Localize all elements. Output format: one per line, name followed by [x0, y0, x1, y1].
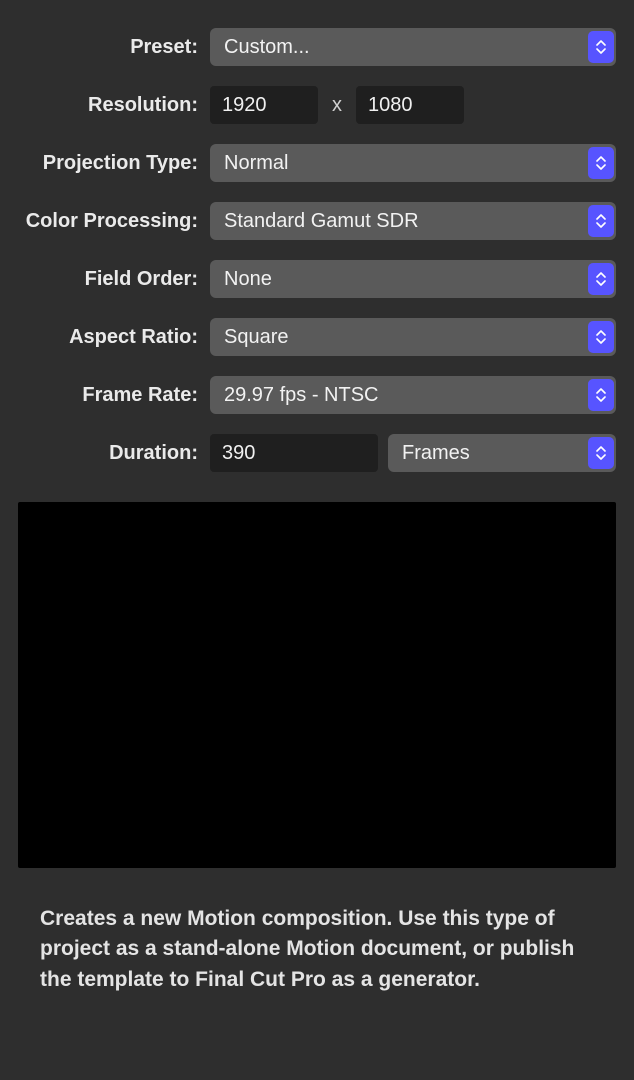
frame-rate-popup[interactable]: 29.97 fps - NTSC — [210, 376, 616, 414]
duration-unit-popup[interactable]: Frames — [388, 434, 616, 472]
aspect-ratio-row: Aspect Ratio: Square — [18, 318, 616, 356]
duration-unit-value: Frames — [402, 442, 470, 465]
field-order-row: Field Order: None — [18, 260, 616, 298]
resolution-width-field[interactable]: 1920 — [210, 86, 318, 124]
frame-rate-value: 29.97 fps - NTSC — [224, 384, 379, 407]
aspect-ratio-popup[interactable]: Square — [210, 318, 616, 356]
preset-value: Custom... — [224, 36, 310, 59]
project-settings-panel: Preset: Custom... Resolution: 1920 x 108… — [0, 0, 634, 472]
color-processing-popup[interactable]: Standard Gamut SDR — [210, 202, 616, 240]
projection-row: Projection Type: Normal — [18, 144, 616, 182]
preset-popup[interactable]: Custom... — [210, 28, 616, 66]
duration-row: Duration: 390 Frames — [18, 434, 616, 472]
resolution-label: Resolution: — [18, 94, 210, 117]
preview-canvas — [18, 502, 616, 868]
popup-arrows-icon — [588, 379, 614, 411]
resolution-height-field[interactable]: 1080 — [356, 86, 464, 124]
resolution-row: Resolution: 1920 x 1080 — [18, 86, 616, 124]
duration-label: Duration: — [18, 442, 210, 465]
field-order-popup[interactable]: None — [210, 260, 616, 298]
aspect-ratio-value: Square — [224, 326, 289, 349]
color-processing-row: Color Processing: Standard Gamut SDR — [18, 202, 616, 240]
field-order-value: None — [224, 268, 272, 291]
project-description: Creates a new Motion composition. Use th… — [40, 904, 594, 995]
projection-value: Normal — [224, 152, 288, 175]
popup-arrows-icon — [588, 31, 614, 63]
popup-arrows-icon — [588, 205, 614, 237]
popup-arrows-icon — [588, 263, 614, 295]
color-processing-label: Color Processing: — [18, 210, 210, 233]
resolution-separator: x — [328, 94, 346, 117]
frame-rate-row: Frame Rate: 29.97 fps - NTSC — [18, 376, 616, 414]
projection-popup[interactable]: Normal — [210, 144, 616, 182]
projection-label: Projection Type: — [18, 152, 210, 175]
popup-arrows-icon — [588, 437, 614, 469]
preset-label: Preset: — [18, 36, 210, 59]
field-order-label: Field Order: — [18, 268, 210, 291]
preset-row: Preset: Custom... — [18, 28, 616, 66]
popup-arrows-icon — [588, 321, 614, 353]
duration-field[interactable]: 390 — [210, 434, 378, 472]
aspect-ratio-label: Aspect Ratio: — [18, 326, 210, 349]
color-processing-value: Standard Gamut SDR — [224, 210, 419, 233]
popup-arrows-icon — [588, 147, 614, 179]
frame-rate-label: Frame Rate: — [18, 384, 210, 407]
